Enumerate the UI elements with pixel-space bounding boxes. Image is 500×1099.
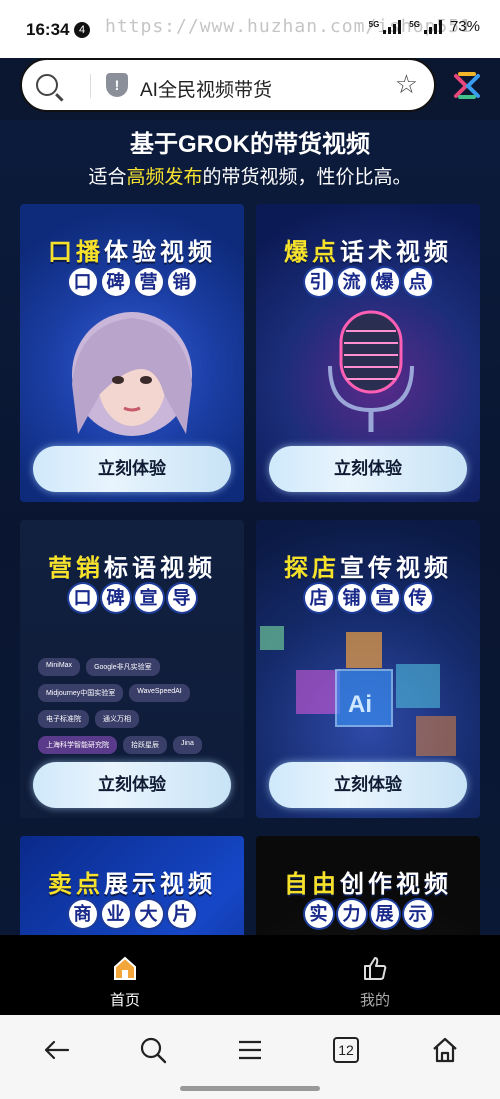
subtitle-highlight: 高频发布 — [126, 167, 203, 188]
gesture-home-indicator[interactable] — [180, 1086, 320, 1091]
avatar-illustration — [72, 312, 192, 436]
card-title: 爆点话术视频 — [284, 239, 452, 266]
try-now-button[interactable]: 立刻体验 — [33, 762, 231, 808]
tabs-count-button[interactable]: 12 — [333, 1037, 359, 1063]
card-tags: 实力展示 — [256, 900, 480, 928]
back-arrow-icon[interactable] — [42, 1035, 72, 1065]
status-bar: 16:34 4 https://www.huzhan.com/ishop551 … — [0, 0, 500, 58]
bookmark-star-icon[interactable]: ☆ — [395, 69, 418, 100]
card-hook-script[interactable]: 爆点话术视频 引流爆点 立刻体验 — [256, 204, 480, 502]
card-title: 卖点展示视频 — [48, 871, 216, 898]
microphone-illustration — [328, 310, 414, 432]
try-now-button[interactable]: 立刻体验 — [269, 762, 467, 808]
card-title: 口播体验视频 — [48, 239, 216, 266]
page-content: 基于GROK的带货视频 适合高频发布的带货视频，性价比高。 口播体验视频 口碑营… — [0, 120, 500, 935]
card-title: 自由创作视频 — [284, 871, 452, 898]
card-tags: 口碑宣导 — [20, 584, 244, 612]
card-store-visit[interactable]: 探店宣传视频 店铺宣传 Ai 立刻体验 — [256, 520, 480, 818]
menu-icon[interactable] — [235, 1035, 265, 1065]
address-bar[interactable]: ! AI全民视频带货 ☆ — [20, 58, 436, 112]
card-tags: 口碑营销 — [20, 268, 244, 296]
signal-icon: 5G — [369, 19, 402, 34]
app-tab-bar: 首页 我的 — [0, 935, 500, 1015]
try-now-button[interactable]: 立刻体验 — [33, 446, 231, 492]
card-selling-point[interactable]: 卖点展示视频 商业大片 — [20, 836, 244, 935]
card-tags: 店铺宣传 — [256, 584, 480, 612]
home-icon[interactable] — [430, 1035, 460, 1065]
hero-subtitle: 适合高频发布的带货视频，性价比高。 — [88, 167, 412, 188]
card-free-creation[interactable]: 自由创作视频 实力展示 — [256, 836, 480, 935]
signal-icon-2: 5G — [409, 19, 442, 34]
card-title: 探店宣传视频 — [284, 555, 452, 582]
home-icon — [114, 956, 136, 980]
browser-logo-icon[interactable] — [452, 70, 482, 100]
search-icon[interactable] — [36, 74, 58, 96]
battery-level: 73% — [449, 18, 480, 35]
tab-home-label: 首页 — [109, 992, 140, 1009]
tab-mine[interactable]: 我的 — [250, 935, 500, 1015]
thumbs-up-icon — [364, 957, 387, 980]
card-marketing-slogan[interactable]: 营销标语视频 口碑宣导 MiniMax Google非凡实验室 Midjourn… — [20, 520, 244, 818]
ai-cubes-illustration: Ai — [260, 626, 456, 756]
card-tags: 商业大片 — [20, 900, 244, 928]
card-voiceover[interactable]: 口播体验视频 口碑营销 立刻体验 — [20, 204, 244, 502]
search-icon[interactable] — [138, 1035, 168, 1065]
partner-logos: MiniMax Google非凡实验室 Midjourney中国实验室 Wave… — [38, 658, 238, 754]
address-query[interactable]: AI全民视频带货 — [140, 75, 272, 102]
card-tags: 引流爆点 — [256, 268, 480, 296]
notification-badge: 4 — [74, 22, 90, 38]
status-time: 16:34 — [26, 20, 70, 39]
divider — [90, 74, 91, 98]
svg-text:Ai: Ai — [348, 691, 372, 718]
card-title: 营销标语视频 — [48, 555, 216, 582]
tab-home[interactable]: 首页 — [0, 935, 250, 1015]
shield-icon[interactable]: ! — [106, 73, 128, 97]
tab-mine-label: 我的 — [359, 992, 390, 1009]
hero-title: 基于GROK的带货视频 — [130, 131, 370, 158]
status-indicators: 5G 5G 73% — [369, 18, 480, 35]
try-now-button[interactable]: 立刻体验 — [269, 446, 467, 492]
